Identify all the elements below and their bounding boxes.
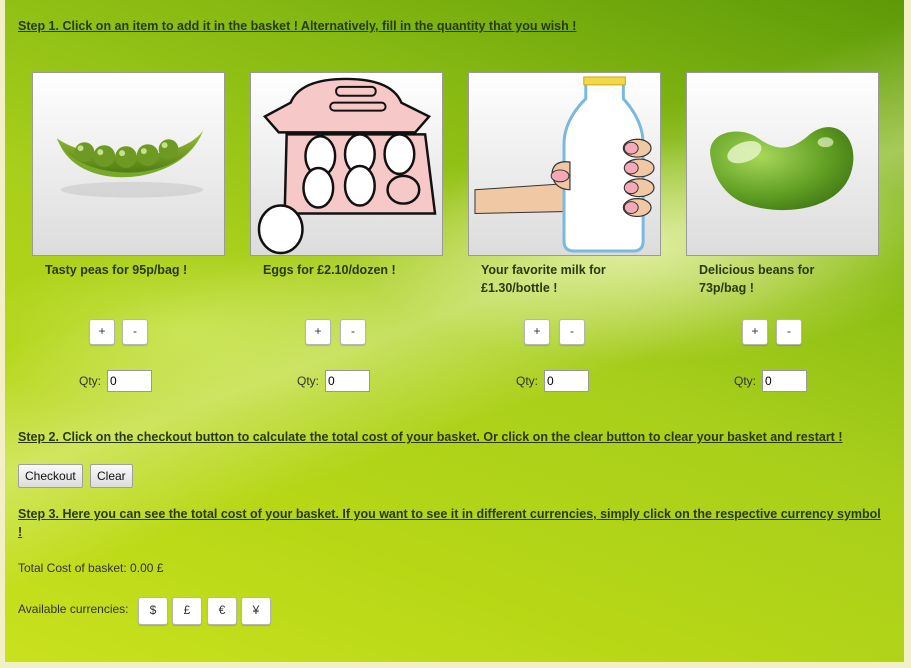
product-beans-image[interactable] (686, 72, 879, 256)
eggs-qty-input[interactable] (325, 370, 370, 392)
product-eggs-image[interactable] (250, 72, 443, 256)
milk-qty-label: Qty: (516, 374, 539, 388)
currencies-label: Available currencies: (18, 602, 129, 616)
shop-panel: Step 1. Click on an item to add it in th… (5, 0, 904, 662)
milk-illustration (474, 76, 655, 253)
currency-dollar-button[interactable]: $ (138, 597, 168, 625)
product-peas-description: Tasty peas for 95p/bag ! (45, 263, 188, 277)
beans-minus-button[interactable]: - (776, 319, 802, 345)
step-2-instruction: Step 2. Click on the checkout button to … (18, 430, 843, 444)
eggs-illustration (257, 77, 437, 255)
beans-illustration (710, 127, 854, 211)
peas-plus-button[interactable]: + (89, 319, 115, 345)
clear-button[interactable]: Clear (90, 464, 133, 488)
product-beans-description: Delicious beans for 73p/bag ! (699, 263, 815, 295)
step-1-instruction: Step 1. Click on an item to add it in th… (18, 19, 577, 33)
milk-minus-button[interactable]: - (559, 319, 585, 345)
product-peas-image[interactable] (32, 72, 225, 256)
product-milk-image[interactable] (468, 72, 661, 256)
milk-plus-button[interactable]: + (524, 319, 550, 345)
peas-illustration (56, 130, 204, 198)
eggs-qty-label: Qty: (297, 374, 320, 388)
peas-qty-label: Qty: (79, 374, 102, 388)
currency-yen-button[interactable]: ¥ (241, 597, 271, 625)
beans-plus-button[interactable]: + (742, 319, 768, 345)
currency-euro-button[interactable]: € (207, 597, 237, 625)
beans-qty-label: Qty: (734, 374, 757, 388)
peas-minus-button[interactable]: - (122, 319, 148, 345)
product-milk-description: Your favorite milk for £1.30/bottle ! (481, 263, 606, 295)
beans-qty-input[interactable] (762, 370, 807, 392)
product-eggs-description: Eggs for £2.10/dozen ! (263, 263, 396, 277)
peas-qty-input[interactable] (107, 370, 152, 392)
milk-qty-input[interactable] (544, 370, 589, 392)
step-3-instruction: Step 3. Here you can see the total cost … (18, 507, 881, 539)
eggs-plus-button[interactable]: + (305, 319, 331, 345)
currency-pound-button[interactable]: £ (172, 597, 202, 625)
basket-total: Total Cost of basket: 0.00 £ (18, 561, 164, 575)
eggs-minus-button[interactable]: - (340, 319, 366, 345)
checkout-button[interactable]: Checkout (18, 464, 83, 488)
